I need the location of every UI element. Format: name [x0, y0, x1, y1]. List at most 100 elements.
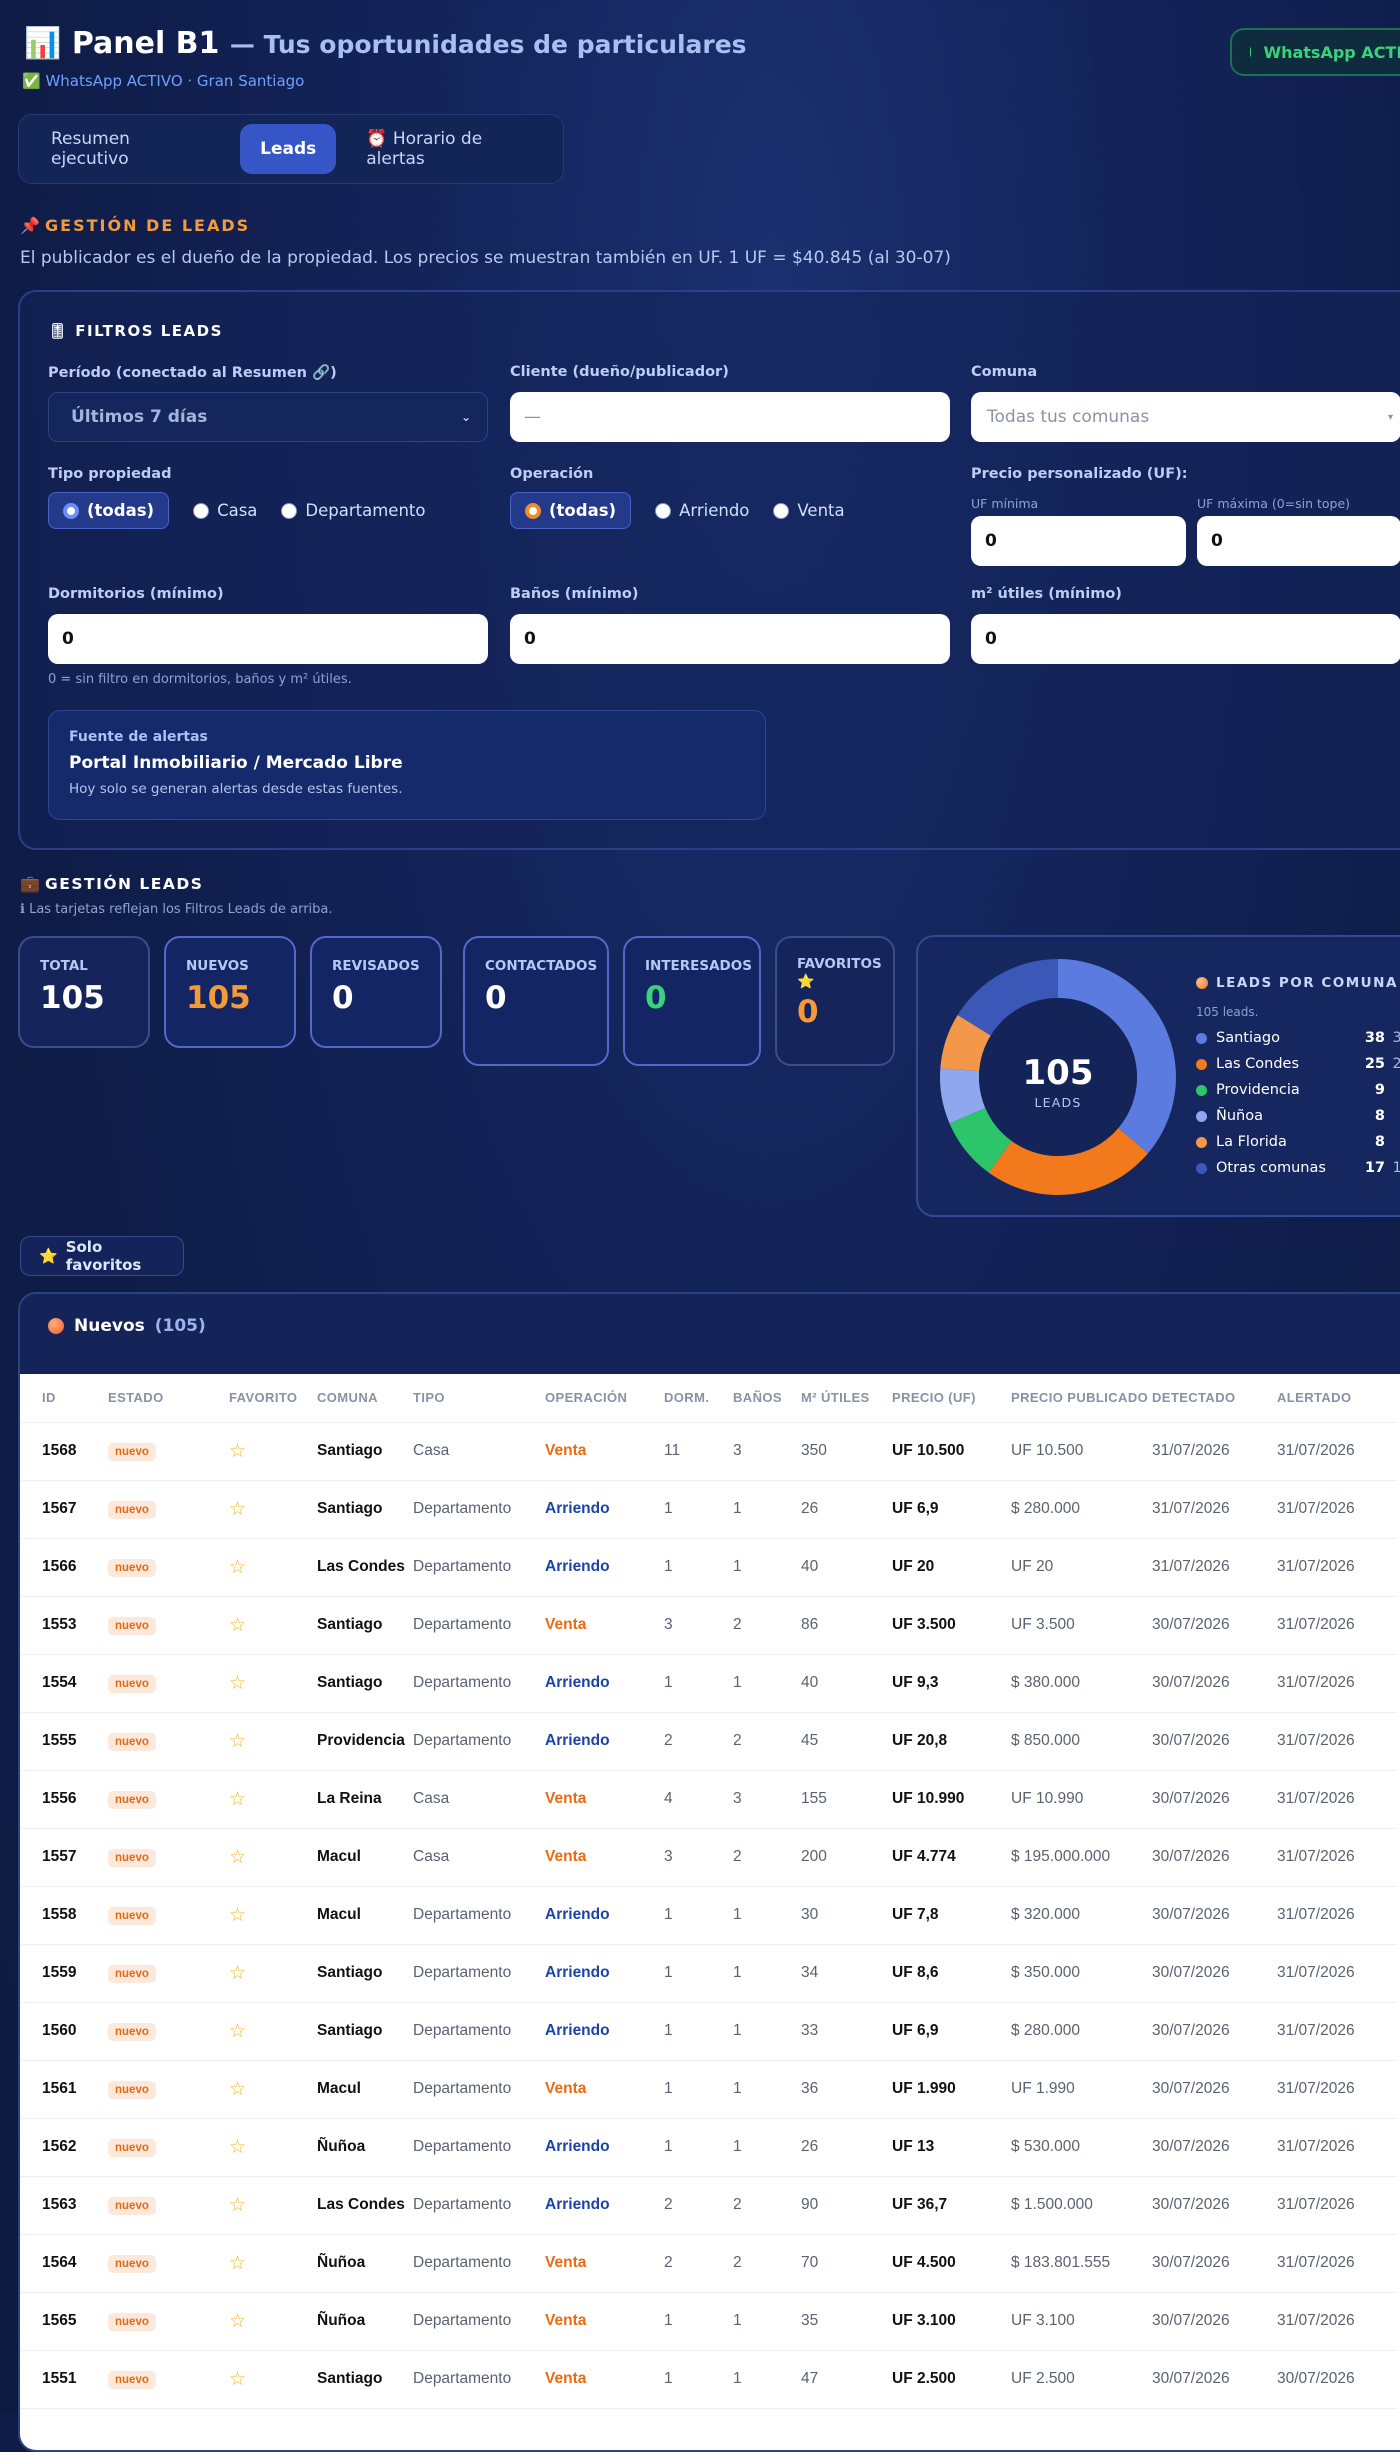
favorite-star-icon[interactable]: ☆	[229, 2253, 246, 2274]
kpi-nuevos[interactable]: NUEVOS 105	[164, 936, 296, 1048]
cell-precio-uf: UF 36,7	[892, 2196, 948, 2213]
cell-operacion: Venta	[545, 2370, 587, 2387]
cell-tipo: Departamento	[413, 1674, 512, 1691]
tipo-radio-casa[interactable]: Casa	[193, 501, 257, 520]
favorite-star-icon[interactable]: ☆	[229, 2195, 246, 2216]
kpi-contactados[interactable]: CONTACTADOS 0	[463, 936, 609, 1066]
tipo-radio-departamento[interactable]: Departamento	[281, 501, 425, 520]
cell-precio-uf: UF 3.500	[892, 1616, 956, 1633]
table-row[interactable]: 1556 nuevo ☆ La Reina Casa Venta 4 3 155 UF 10.99…	[20, 1770, 1397, 1829]
column-header[interactable]: DETECTADO	[1152, 1374, 1277, 1423]
table-row[interactable]: 1563 nuevo ☆ Las Condes Departamento Arriendo…	[20, 2176, 1397, 2235]
kpi-interesados[interactable]: INTERESADOS 0	[623, 936, 761, 1066]
kpi-favoritos[interactable]: FAVORITOS ⭐ 0	[775, 936, 895, 1066]
column-header[interactable]: ALERTADO	[1277, 1374, 1397, 1423]
comuna-select[interactable]: Todas tus comunas ▾	[971, 392, 1400, 442]
table-row[interactable]: 1561 nuevo ☆ Macul Departamento Venta 1 1 36 UF 1…	[20, 2060, 1397, 2119]
solo-favoritos-button[interactable]: ⭐ Solo favoritos	[20, 1236, 184, 1276]
table-row[interactable]: 1558 nuevo ☆ Macul Departamento Arriendo 1 1 30 U…	[20, 1886, 1397, 1945]
cell-precio-publicado: UF 1.990	[1011, 2080, 1075, 2097]
table-row[interactable]: 1554 nuevo ☆ Santiago Departamento Arriendo 1 1…	[20, 1654, 1397, 1713]
favorite-star-icon[interactable]: ☆	[229, 1731, 246, 1752]
table-row[interactable]: 1559 nuevo ☆ Santiago Departamento Arriendo 1 1…	[20, 1944, 1397, 2003]
cell-operacion: Venta	[545, 2080, 587, 2097]
operacion-radio-arriendo[interactable]: Arriendo	[655, 501, 749, 520]
tab-leads[interactable]: Leads	[240, 124, 337, 174]
table-row[interactable]: 1568 nuevo ☆ Santiago Casa Venta 11 3 350 UF 10.5…	[20, 1422, 1397, 1481]
cliente-input[interactable]: —	[510, 392, 950, 442]
legend-swatch	[1196, 1162, 1207, 1174]
table-row[interactable]: 1566 nuevo ☆ Las Condes Departamento Arriendo…	[20, 1538, 1397, 1597]
table-row[interactable]: 1565 nuevo ☆ Ñuñoa Departamento Venta 1 1 35 UF 3…	[20, 2292, 1397, 2351]
table-row[interactable]: 1564 nuevo ☆ Ñuñoa Departamento Venta 2 2 70 UF 4…	[20, 2234, 1397, 2293]
cell-comuna: Ñuñoa	[317, 2138, 366, 2155]
cell-m2: 30	[801, 1906, 819, 1923]
favorite-star-icon[interactable]: ☆	[229, 2369, 246, 2390]
status-badge: nuevo	[108, 2138, 156, 2157]
periodo-select[interactable]: Últimos 7 días ⌄	[48, 392, 488, 442]
m2-input[interactable]: 0	[971, 614, 1400, 664]
column-header[interactable]: ID	[20, 1374, 108, 1423]
column-header[interactable]: OPERACIÓN	[545, 1374, 664, 1423]
favorite-star-icon[interactable]: ☆	[229, 2079, 246, 2100]
column-header[interactable]: ESTADO	[108, 1374, 229, 1423]
cell-tipo: Departamento	[413, 2196, 512, 2213]
column-header[interactable]: PRECIO PUBLICADO	[1011, 1374, 1152, 1423]
cell-dorm: 1	[664, 2312, 673, 2329]
uf-max-input[interactable]: 0	[1197, 516, 1400, 566]
favorite-star-icon[interactable]: ☆	[229, 1557, 246, 1578]
tipo-radio-todas[interactable]: (todas)	[48, 492, 170, 529]
favorite-star-icon[interactable]: ☆	[229, 2137, 246, 2158]
status-badge: nuevo	[108, 2022, 156, 2041]
operacion-radio-todas[interactable]: (todas)	[510, 492, 632, 529]
table-row[interactable]: 1560 nuevo ☆ Santiago Departamento Arriendo 1 1…	[20, 2002, 1397, 2061]
whatsapp-status-pill[interactable]: WhatsApp ACTIVO	[1230, 28, 1400, 76]
column-header[interactable]: TIPO	[413, 1374, 545, 1423]
favorite-star-icon[interactable]: ☆	[229, 1905, 246, 1926]
favorite-star-icon[interactable]: ☆	[229, 1847, 246, 1868]
favorite-star-icon[interactable]: ☆	[229, 2311, 246, 2332]
cell-banos: 1	[733, 1674, 742, 1691]
favorite-star-icon[interactable]: ☆	[229, 1789, 246, 1810]
favorite-star-icon[interactable]: ☆	[229, 2021, 246, 2042]
favorite-star-icon[interactable]: ☆	[229, 1963, 246, 1984]
cell-dorm: 4	[664, 1790, 673, 1807]
cell-operacion: Venta	[545, 1442, 587, 1459]
uf-min-input[interactable]: 0	[971, 516, 1186, 566]
table-row[interactable]: 1555 nuevo ☆ Providencia Departamento Arriend…	[20, 1712, 1397, 1771]
cell-id: 1556	[42, 1790, 77, 1807]
status-badge: nuevo	[108, 2196, 156, 2215]
column-header[interactable]: PRECIO (UF)	[892, 1374, 1011, 1423]
favorite-star-icon[interactable]: ☆	[229, 1441, 246, 1462]
banos-input[interactable]: 0	[510, 614, 950, 664]
favorite-star-icon[interactable]: ☆	[229, 1499, 246, 1520]
dorm-input[interactable]: 0	[48, 614, 488, 664]
favorite-star-icon[interactable]: ☆	[229, 1673, 246, 1694]
cell-comuna: Santiago	[317, 1616, 383, 1633]
cell-banos: 1	[733, 2138, 742, 2155]
tab-resumen[interactable]: Resumen ejecutivo	[31, 124, 230, 174]
cell-precio-uf: UF 3.100	[892, 2312, 956, 2329]
column-header[interactable]: FAVORITO	[229, 1374, 317, 1423]
kpi-total[interactable]: TOTAL 105	[18, 936, 150, 1048]
column-header[interactable]: M² ÚTILES	[801, 1374, 892, 1423]
table-row[interactable]: 1567 nuevo ☆ Santiago Departamento Arriendo 1 1…	[20, 1480, 1397, 1539]
table-row[interactable]: 1553 nuevo ☆ Santiago Departamento Venta 3 2 86 U…	[20, 1596, 1397, 1655]
filter-hint: 0 = sin filtro en dormitorios, baños y m…	[48, 672, 352, 687]
table-row[interactable]: 1551 nuevo ☆ Santiago Departamento Venta 1 1 47 U…	[20, 2350, 1397, 2409]
table-row[interactable]: 1562 nuevo ☆ Ñuñoa Departamento Arriendo 1 1 26 U…	[20, 2118, 1397, 2177]
cell-alertado: 31/07/2026	[1277, 2312, 1355, 2329]
column-header[interactable]: DORM.	[664, 1374, 733, 1423]
cell-id: 1560	[42, 2022, 77, 2039]
favorite-star-icon[interactable]: ☆	[229, 1615, 246, 1636]
table-row[interactable]: 1557 nuevo ☆ Macul Casa Venta 3 2 200 UF 4.774 $ 1…	[20, 1828, 1397, 1887]
column-header[interactable]: COMUNA	[317, 1374, 413, 1423]
kpi-revisados[interactable]: REVISADOS 0	[310, 936, 442, 1048]
operacion-radio-venta[interactable]: Venta	[773, 501, 845, 520]
cell-tipo: Casa	[413, 1848, 450, 1865]
cell-precio-publicado: $ 530.000	[1011, 2138, 1080, 2155]
cell-comuna: Macul	[317, 1848, 361, 1865]
tab-horario[interactable]: ⏰ Horario de alertas	[346, 124, 563, 174]
column-header[interactable]: BAÑOS	[733, 1374, 801, 1423]
tab-bar: Resumen ejecutivo Leads ⏰ Horario de ale…	[18, 114, 564, 184]
